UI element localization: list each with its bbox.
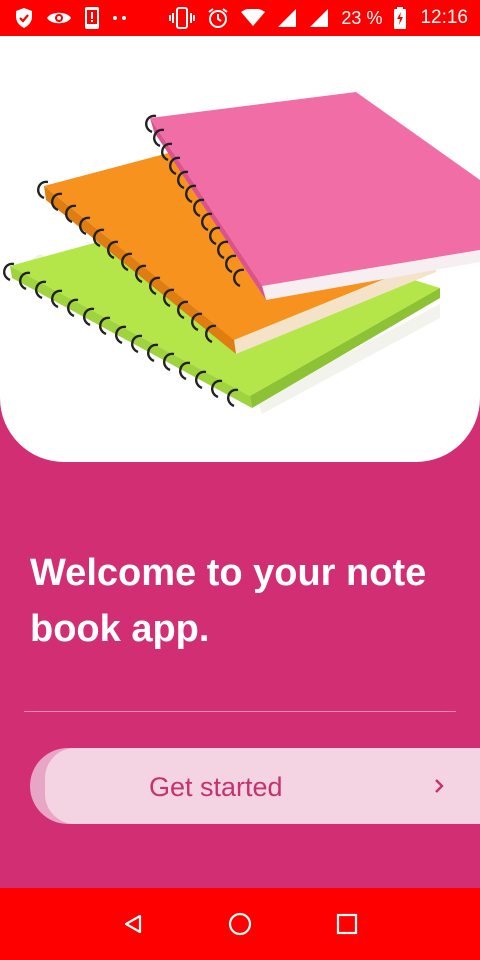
divider bbox=[24, 711, 456, 712]
welcome-line-1: Welcome to your note bbox=[30, 552, 427, 594]
recents-icon[interactable] bbox=[327, 904, 367, 944]
home-icon[interactable] bbox=[220, 904, 260, 944]
eye-icon bbox=[46, 9, 72, 27]
battery-percent: 23 % bbox=[341, 7, 383, 28]
battery-charging-icon bbox=[394, 7, 407, 29]
vibrate-icon bbox=[169, 7, 196, 29]
chevron-right-icon bbox=[433, 776, 447, 796]
signal-icon bbox=[309, 8, 329, 28]
clock: 12:16 bbox=[420, 7, 468, 28]
get-started-label: Get started bbox=[149, 772, 283, 802]
wifi-icon bbox=[241, 9, 266, 27]
hero-image bbox=[0, 36, 480, 462]
alarm-icon bbox=[207, 7, 229, 29]
get-started-button[interactable]: Get started bbox=[45, 748, 480, 824]
status-bar: 23 % 12:16 bbox=[0, 0, 480, 36]
signal-icon bbox=[277, 8, 297, 28]
phone-alert-icon bbox=[84, 6, 100, 30]
welcome-heading: Welcome to your note book app. bbox=[30, 545, 470, 657]
status-right: 23 % 12:16 bbox=[169, 7, 468, 29]
shield-icon bbox=[14, 7, 34, 29]
status-left bbox=[14, 6, 128, 30]
navigation-bar bbox=[0, 888, 480, 960]
dots-icon bbox=[112, 15, 128, 21]
notebooks-illustration bbox=[3, 92, 480, 414]
welcome-line-2: book app. bbox=[30, 608, 210, 650]
back-icon[interactable] bbox=[113, 904, 153, 944]
